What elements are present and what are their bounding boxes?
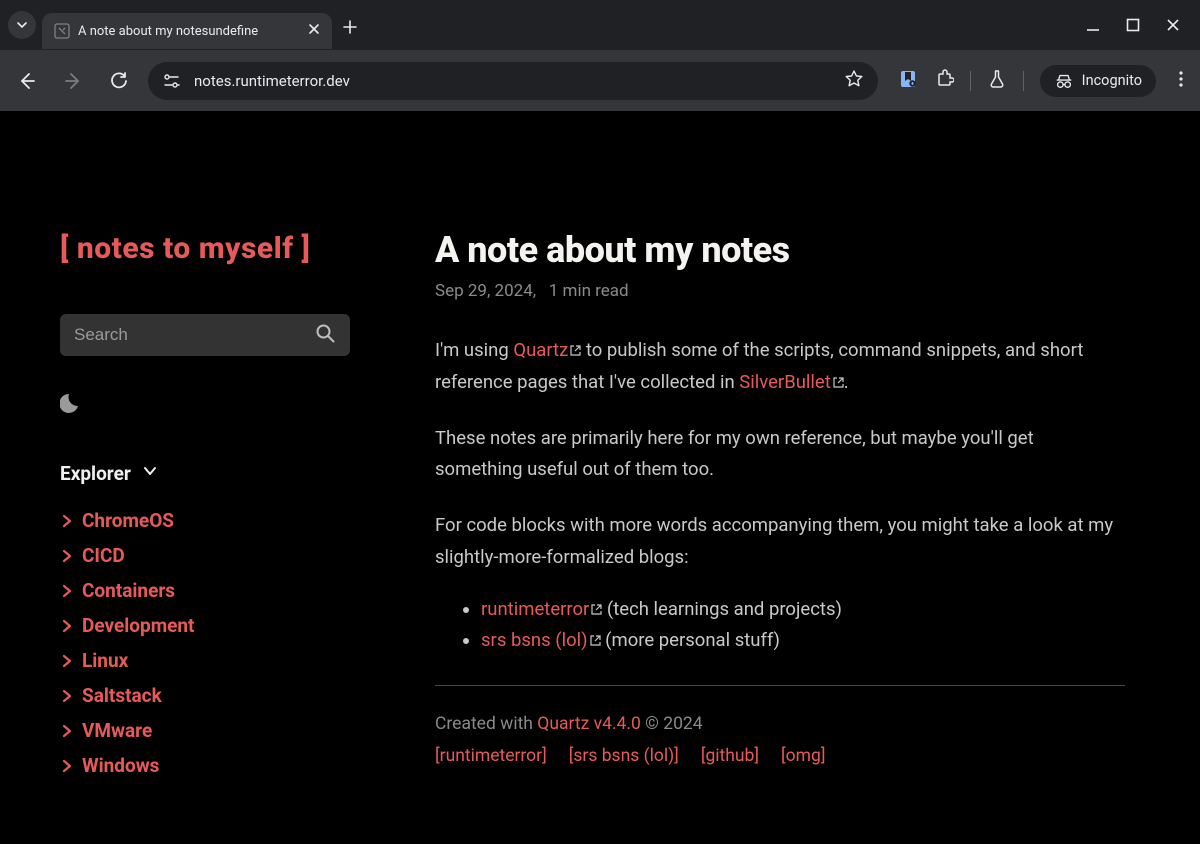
external-link-icon <box>591 594 602 605</box>
tabs-dropdown-button[interactable] <box>8 11 36 39</box>
reload-button[interactable] <box>102 64 136 98</box>
toolbar-right: Incognito <box>890 65 1190 97</box>
browser-toolbar: notes.runtimeterror.dev Incognito <box>0 50 1200 111</box>
blog-list: runtimeterror (tech learnings and projec… <box>435 594 1125 657</box>
sidebar: [ notes to myself ] Explorer ChromeOS CI… <box>0 111 405 844</box>
footer-link[interactable]: [github] <box>701 746 759 766</box>
list-item: runtimeterror (tech learnings and projec… <box>481 594 1125 625</box>
extensions-icon[interactable] <box>934 69 954 93</box>
footer-link[interactable]: [srs bsns (lol)] <box>569 746 679 766</box>
bookmark-star-icon[interactable] <box>844 69 864 93</box>
external-link-icon <box>833 367 844 378</box>
link-quartz-version[interactable]: Quartz v4.4.0 <box>537 714 641 734</box>
explorer-header[interactable]: Explorer <box>60 462 377 485</box>
window-close-icon[interactable] <box>1166 18 1180 32</box>
bookmark-badge-icon[interactable] <box>898 69 918 93</box>
tree-item[interactable]: VMware <box>60 713 377 748</box>
incognito-indicator[interactable]: Incognito <box>1040 65 1156 97</box>
article-body: I'm using Quartz to publish some of the … <box>435 335 1125 766</box>
external-link-icon <box>570 335 581 346</box>
chevron-right-icon <box>60 619 74 633</box>
window-maximize-icon[interactable] <box>1126 18 1140 32</box>
explorer-label: Explorer <box>60 462 131 485</box>
chevron-right-icon <box>60 584 74 598</box>
browser-tab[interactable]: A note about my notesundefine <box>42 13 332 49</box>
labs-icon[interactable] <box>987 69 1007 93</box>
window-controls <box>1086 18 1200 32</box>
chevron-right-icon <box>60 689 74 703</box>
article-title: A note about my notes <box>435 229 1125 271</box>
tab-close-icon[interactable] <box>308 23 320 39</box>
article-date: Sep 29, 2024, <box>435 281 536 301</box>
footer-links: [runtimeterror] [srs bsns (lol)] [github… <box>435 746 1125 766</box>
browser-menu-icon[interactable] <box>1172 70 1190 92</box>
window-minimize-icon[interactable] <box>1086 18 1100 32</box>
forward-button[interactable] <box>56 64 90 98</box>
browser-chrome: A note about my notesundefine n <box>0 0 1200 111</box>
chevron-right-icon <box>60 724 74 738</box>
link-runtimeterror[interactable]: runtimeterror <box>481 598 602 620</box>
chevron-right-icon <box>60 514 74 528</box>
paragraph: For code blocks with more words accompan… <box>435 510 1125 574</box>
paragraph: I'm using Quartz to publish some of the … <box>435 335 1125 399</box>
tree-item[interactable]: Linux <box>60 643 377 678</box>
article: A note about my notes Sep 29, 2024, 1 mi… <box>405 111 1165 844</box>
page: [ notes to myself ] Explorer ChromeOS CI… <box>0 111 1200 844</box>
footer-credits: Created with Quartz v4.4.0 © 2024 <box>435 714 1125 734</box>
tree-item-label: Development <box>82 614 195 637</box>
new-tab-button[interactable] <box>342 19 358 40</box>
tree-item-label: Saltstack <box>82 684 162 707</box>
incognito-label: Incognito <box>1082 72 1142 89</box>
link-srsbsns[interactable]: srs bsns (lol) <box>481 629 601 651</box>
external-link-icon <box>590 625 601 636</box>
back-button[interactable] <box>10 64 44 98</box>
tree-item-label: ChromeOS <box>82 509 174 532</box>
article-read-time: 1 min read <box>549 281 629 301</box>
search-box[interactable] <box>60 314 350 356</box>
separator <box>435 685 1125 686</box>
tree-item[interactable]: Development <box>60 608 377 643</box>
search-input[interactable] <box>74 325 314 345</box>
tab-title: A note about my notesundefine <box>78 24 300 39</box>
address-bar[interactable]: notes.runtimeterror.dev <box>148 62 878 100</box>
footer-link[interactable]: [omg] <box>781 746 825 766</box>
paragraph: These notes are primarily here for my ow… <box>435 423 1125 487</box>
theme-toggle-moon-icon[interactable] <box>60 390 86 420</box>
tree-item-label: Containers <box>82 579 175 602</box>
tree-item-label: VMware <box>82 719 152 742</box>
tree-item[interactable]: Containers <box>60 573 377 608</box>
divider <box>970 71 971 91</box>
tree-item[interactable]: Saltstack <box>60 678 377 713</box>
article-meta: Sep 29, 2024, 1 min read <box>435 281 1125 301</box>
chevron-right-icon <box>60 654 74 668</box>
tree-item[interactable]: CICD <box>60 538 377 573</box>
tree-item-label: Windows <box>82 754 159 777</box>
site-settings-icon[interactable] <box>162 72 182 90</box>
tree-item[interactable]: Windows <box>60 748 377 783</box>
link-quartz[interactable]: Quartz <box>513 339 581 361</box>
chevron-down-icon <box>141 462 159 485</box>
footer: Created with Quartz v4.4.0 © 2024 [runti… <box>435 714 1125 766</box>
footer-link[interactable]: [runtimeterror] <box>435 746 547 766</box>
chevron-right-icon <box>60 549 74 563</box>
explorer-tree: ChromeOS CICD Containers Development Lin… <box>60 503 377 783</box>
tab-strip: A note about my notesundefine <box>0 0 1200 50</box>
tree-item[interactable]: ChromeOS <box>60 503 377 538</box>
incognito-icon <box>1054 72 1074 90</box>
tree-item-label: CICD <box>82 544 125 567</box>
url-text: notes.runtimeterror.dev <box>194 72 832 90</box>
tab-favicon-icon <box>54 23 70 39</box>
list-item: srs bsns (lol) (more personal stuff) <box>481 625 1125 656</box>
link-silverbullet[interactable]: SilverBullet <box>739 371 844 393</box>
divider <box>1023 71 1024 91</box>
tree-item-label: Linux <box>82 649 128 672</box>
site-title[interactable]: [ notes to myself ] <box>60 231 377 266</box>
chevron-right-icon <box>60 759 74 773</box>
search-icon <box>314 322 336 348</box>
